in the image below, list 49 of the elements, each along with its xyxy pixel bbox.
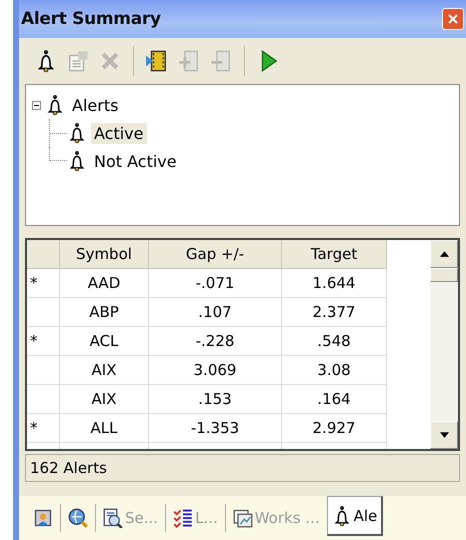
tree-item[interactable]: Not Active: [91, 150, 180, 172]
window-title: Alert Summary: [21, 9, 161, 29]
status-text: 162 Alerts: [30, 459, 107, 477]
tree-item[interactable]: Active: [91, 122, 146, 144]
bell-icon: [35, 50, 57, 72]
checklist-icon: [173, 508, 194, 528]
close-icon: [99, 50, 121, 72]
table-cell: -1.353: [148, 414, 282, 442]
table-cell: 1.644: [282, 268, 386, 298]
column-header[interactable]: Target: [282, 240, 386, 268]
column-header[interactable]: Symbol: [60, 240, 148, 268]
row-marker: *: [30, 274, 38, 292]
scroll-down-button[interactable]: [430, 421, 458, 449]
table-cell: AIX: [60, 384, 148, 414]
table-cell: -.228: [148, 326, 282, 356]
row-marker: *: [30, 418, 38, 436]
bell-icon: [67, 151, 87, 171]
row-marker: *: [30, 332, 38, 350]
collapse-toggle[interactable]: [32, 100, 41, 110]
document-icon: [67, 50, 89, 72]
portrait-icon: [33, 508, 53, 528]
table-cell: .548: [282, 326, 386, 356]
table-cell: -.071: [148, 268, 282, 298]
caret-up-icon: [440, 251, 448, 257]
caret-down-icon: [440, 432, 448, 438]
close-button[interactable]: [442, 8, 464, 30]
table-cell: 2.377: [282, 298, 386, 326]
close-icon: [448, 14, 458, 24]
chart-icon: [232, 508, 253, 528]
table-cell: .153: [148, 384, 282, 414]
table-cell: AIX: [60, 356, 148, 384]
table-cell: 3.08: [282, 356, 386, 384]
table-cell: .107: [148, 298, 282, 326]
bell-icon: [45, 95, 65, 115]
table-cell: 2.927: [282, 414, 386, 442]
document-search-icon: [103, 508, 123, 528]
scroll-thumb[interactable]: [430, 268, 458, 282]
table-cell: .164: [282, 384, 386, 414]
table-cell: ABP: [60, 298, 148, 326]
scrollbar[interactable]: [430, 240, 458, 449]
table-cell: AAD: [60, 268, 148, 298]
scroll-up-button[interactable]: [430, 240, 458, 268]
bell-icon: [67, 123, 87, 143]
table-cell: ALL: [60, 414, 148, 442]
column-header[interactable]: Gap +/-: [148, 240, 282, 268]
tree-item[interactable]: Alerts: [69, 94, 122, 116]
table-cell: ACL: [60, 326, 148, 356]
tab[interactable]: Ale: [326, 496, 384, 536]
table-cell: 3.069: [148, 356, 282, 384]
